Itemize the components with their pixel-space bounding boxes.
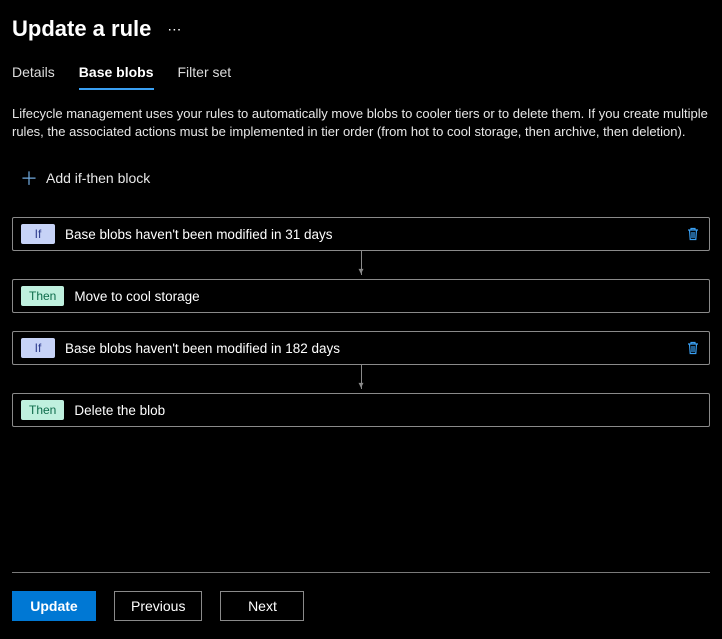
then-badge: Then — [21, 400, 64, 420]
if-condition-text: Base blobs haven't been modified in 31 d… — [65, 227, 675, 242]
page-title: Update a rule — [12, 16, 151, 42]
then-action-text: Move to cool storage — [74, 289, 701, 304]
flow-connector: ▾ — [12, 365, 710, 389]
flow-connector: ▾ — [12, 251, 710, 275]
then-row[interactable]: Then Delete the blob — [12, 393, 710, 427]
add-if-then-block-button[interactable]: ＋ Add if-then block — [8, 155, 722, 201]
if-badge: If — [21, 224, 55, 244]
then-row[interactable]: Then Move to cool storage — [12, 279, 710, 313]
next-button[interactable]: Next — [220, 591, 304, 621]
more-actions-icon[interactable]: ⋯ — [167, 21, 182, 38]
wizard-footer: Update Previous Next — [0, 572, 722, 639]
plus-icon: ＋ — [20, 165, 38, 191]
if-badge: If — [21, 338, 55, 358]
rule-blocks-area: If Base blobs haven't been modified in 3… — [0, 209, 722, 431]
delete-block-icon[interactable] — [685, 340, 701, 356]
previous-button[interactable]: Previous — [114, 591, 202, 621]
page-header: Update a rule ⋯ — [0, 0, 722, 50]
add-block-label: Add if-then block — [46, 170, 150, 186]
tab-bar: Details Base blobs Filter set — [0, 50, 722, 91]
tab-filter-set[interactable]: Filter set — [178, 58, 232, 90]
footer-separator — [12, 572, 710, 573]
delete-block-icon[interactable] — [685, 226, 701, 242]
tab-details[interactable]: Details — [12, 58, 55, 90]
footer-buttons: Update Previous Next — [12, 591, 710, 621]
if-row[interactable]: If Base blobs haven't been modified in 3… — [12, 217, 710, 251]
tab-description: Lifecycle management uses your rules to … — [0, 91, 722, 149]
if-condition-text: Base blobs haven't been modified in 182 … — [65, 341, 675, 356]
then-action-text: Delete the blob — [74, 403, 701, 418]
then-badge: Then — [21, 286, 64, 306]
if-row[interactable]: If Base blobs haven't been modified in 1… — [12, 331, 710, 365]
tab-base-blobs[interactable]: Base blobs — [79, 58, 154, 90]
update-button[interactable]: Update — [12, 591, 96, 621]
